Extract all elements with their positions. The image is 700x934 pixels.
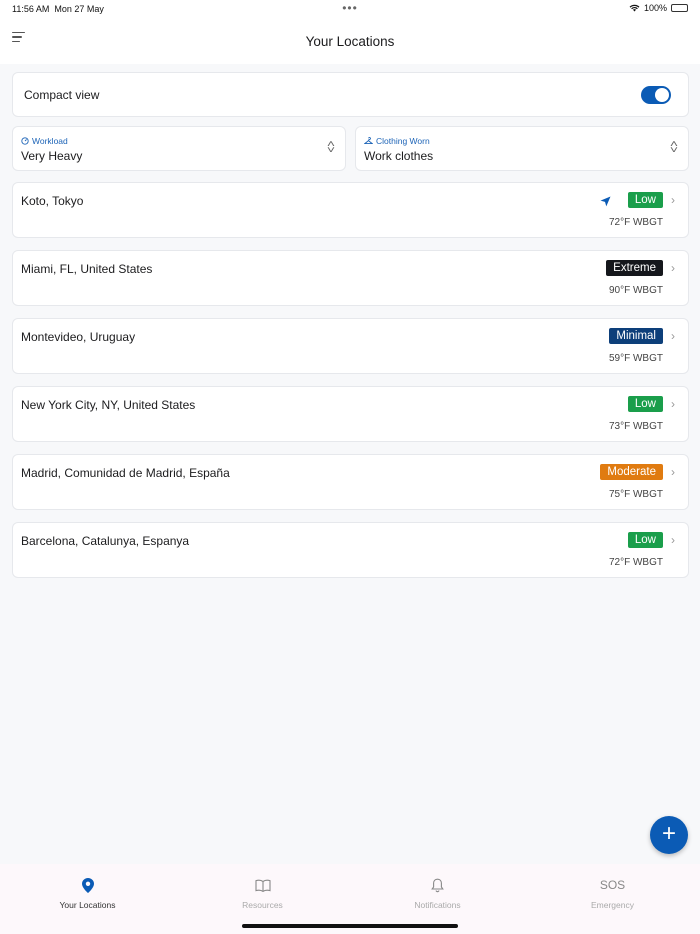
wifi-icon — [629, 4, 640, 12]
status-clock: 11:56 AM — [12, 4, 50, 14]
wbgt-temperature: 90°F WBGT — [608, 285, 663, 296]
wbgt-temperature: 72°F WBGT — [608, 217, 663, 228]
menu-icon[interactable] — [12, 32, 26, 44]
location-card[interactable]: Madrid, Comunidad de Madrid, España Moder… — [12, 454, 689, 510]
workload-value: Very Heavy — [21, 149, 83, 163]
chevron-right-icon: › — [671, 193, 675, 207]
app-header: Your Locations — [0, 18, 700, 64]
tab-emergency[interactable]: SOS Emergency — [525, 864, 700, 934]
location-card[interactable]: Koto, Tokyo Low › 72°F WBGT — [12, 182, 689, 238]
plus-icon: + — [661, 820, 676, 847]
compact-view-label: Compact view — [24, 87, 100, 102]
wbgt-temperature: 75°F WBGT — [608, 489, 663, 500]
risk-badge: Extreme — [606, 260, 663, 276]
status-date: Mon 27 May — [54, 4, 104, 14]
status-time: 11:56 AM Mon 27 May — [12, 4, 104, 14]
wbgt-temperature: 59°F WBGT — [608, 353, 663, 364]
tab-label: Notifications — [414, 900, 461, 910]
clothing-caption: Clothing Worn — [364, 136, 680, 146]
location-card[interactable]: Miami, FL, United States Extreme › 90°F WBG… — [12, 250, 689, 306]
location-card[interactable]: Montevideo, Uruguay Minimal › 59°F WBGT — [12, 318, 689, 374]
chevron-right-icon: › — [671, 329, 675, 343]
workload-caption: Workload — [21, 136, 337, 146]
tab-label: Your Locations — [59, 900, 116, 910]
selectors-row: Workload Very Heavy ˄ ˅ Clothing Worn Wor… — [12, 126, 689, 171]
tab-label: Resources — [242, 900, 283, 910]
sos-text: SOS — [599, 878, 626, 892]
chevron-right-icon: › — [671, 261, 675, 275]
risk-badge: Moderate — [600, 464, 663, 480]
workload-select[interactable]: Workload Very Heavy ˄ ˅ — [12, 126, 346, 171]
locations-list: Koto, Tokyo Low › 72°F WBGT Miami, FL, Unite… — [12, 182, 689, 578]
bell-icon — [431, 876, 444, 894]
clothing-select[interactable]: Clothing Worn Work clothes ˄ ˅ — [355, 126, 689, 171]
compact-view-row: Compact view — [12, 72, 689, 117]
status-right: 100% — [629, 3, 688, 13]
book-icon — [254, 876, 271, 894]
hanger-icon — [364, 137, 373, 145]
location-card[interactable]: Barcelona, Catalunya, Espanya Low › 72°F WB… — [12, 522, 689, 578]
chevron-right-icon: › — [671, 533, 675, 547]
clothing-value: Work clothes — [364, 149, 434, 163]
battery-icon — [671, 4, 688, 12]
wbgt-temperature: 72°F WBGT — [608, 557, 663, 568]
risk-badge: Low — [627, 396, 663, 412]
add-location-button[interactable]: + — [650, 816, 688, 854]
main-content: Compact view Workload Very Heavy ˄ ˅ Clot… — [12, 72, 689, 590]
page-title: Your Locations — [305, 34, 395, 49]
gauge-icon — [21, 137, 29, 145]
location-name: New York City, NY, United States — [21, 398, 196, 412]
battery-percent: 100% — [643, 3, 667, 13]
chevron-right-icon: › — [671, 397, 675, 411]
risk-badge: Low — [627, 532, 663, 548]
location-pin-icon — [81, 876, 94, 894]
chevron-up-down-icon: ˄ ˅ — [669, 139, 679, 156]
location-name: Miami, FL, United States — [21, 262, 153, 276]
tab-label: Emergency — [591, 900, 634, 910]
status-bar: 11:56 AM Mon 27 May ••• 100% — [0, 0, 700, 18]
location-name: Madrid, Comunidad de Madrid, España — [21, 466, 230, 480]
wbgt-temperature: 73°F WBGT — [608, 421, 663, 432]
current-location-arrow-icon — [600, 194, 611, 212]
clothing-caption-text: Clothing Worn — [376, 136, 430, 146]
tab-your-locations[interactable]: Your Locations — [0, 864, 175, 934]
location-name: Montevideo, Uruguay — [21, 330, 136, 344]
risk-badge: Minimal — [609, 328, 663, 344]
risk-badge: Low — [627, 192, 663, 208]
location-name: Koto, Tokyo — [21, 194, 84, 208]
sos-icon: SOS — [600, 876, 625, 894]
chevron-up-down-icon: ˄ ˅ — [326, 139, 336, 156]
workload-caption-text: Workload — [32, 136, 68, 146]
multitasking-dots-icon[interactable]: ••• — [342, 1, 358, 15]
home-indicator — [242, 924, 458, 928]
chevron-right-icon: › — [671, 465, 675, 479]
location-card[interactable]: New York City, NY, United States Low › 73°F… — [12, 386, 689, 442]
location-name: Barcelona, Catalunya, Espanya — [21, 534, 190, 548]
compact-view-toggle[interactable] — [641, 85, 671, 104]
